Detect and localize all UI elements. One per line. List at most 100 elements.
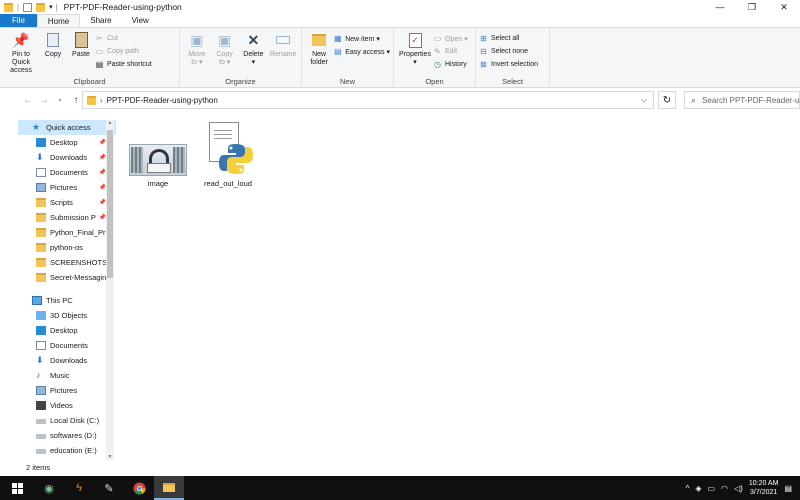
drive-icon (36, 434, 46, 439)
nav-item-music[interactable]: ♪ Music (18, 368, 116, 383)
nav-item-python-final[interactable]: Python_Final_Pr (18, 225, 116, 240)
folder-icon (4, 2, 13, 12)
nav-item-desktop[interactable]: Desktop 📌 (18, 135, 116, 150)
nav-item-pc-desktop[interactable]: Desktop (18, 323, 116, 338)
invert-selection-button[interactable]: ⊠ Invert selection (479, 59, 538, 70)
image-thumbnail-icon (129, 144, 187, 176)
history-icon: ◷ (434, 60, 441, 69)
folder-icon (36, 273, 46, 282)
separator: | (17, 2, 20, 12)
pin-icon: 📌 (12, 32, 30, 48)
tab-file[interactable]: File (0, 14, 37, 27)
maximize-button[interactable]: ❐ (736, 0, 768, 14)
scroll-down-icon[interactable]: ▼ (106, 454, 114, 460)
address-bar[interactable]: › PPT-PDF-Reader-using-python ⌵ (82, 91, 654, 109)
editor-icon: ✎ (104, 482, 114, 495)
copy-path-button[interactable]: ▭ Copy path (95, 46, 152, 57)
tray-chevron-up-icon[interactable]: ^ (686, 484, 690, 493)
close-button[interactable]: ✕ (768, 0, 800, 14)
nav-item-scripts[interactable]: Scripts 📌 (18, 195, 116, 210)
item-count: 2 items (26, 463, 51, 472)
taskbar-app-eclipse[interactable]: ϟ (64, 476, 94, 500)
invert-selection-icon: ⊠ (480, 60, 487, 69)
nav-item-local-disk-c[interactable]: Local Disk (C:) (18, 413, 116, 428)
navigation-pane: ★ Quick access Desktop 📌 ⬇ Downloads 📌 Docu… (18, 120, 116, 460)
volume-icon[interactable]: ◁) (734, 484, 743, 493)
file-name: image (147, 179, 169, 188)
status-bar: 2 items (0, 462, 800, 474)
organize-group-label: Organize (225, 77, 256, 86)
nav-item-education-e[interactable]: education (E:) (18, 443, 116, 458)
window-title: PPT-PDF-Reader-using-python (63, 2, 182, 12)
open-icon: ▭ (433, 34, 442, 43)
search-input[interactable]: ⌕ Search PPT-PDF-Reader-using-python (684, 91, 800, 109)
new-folder-qa-icon[interactable] (36, 2, 46, 12)
nav-item-documents[interactable]: Documents 📌 (18, 165, 116, 180)
start-button[interactable] (0, 476, 34, 500)
select-none-button[interactable]: ⊟ Select none (479, 46, 538, 57)
notifications-icon[interactable]: ▤ (784, 484, 792, 493)
chevron-down-icon[interactable]: ⌵ (641, 95, 647, 105)
file-item-read-out-loud[interactable]: read_out_loud (198, 122, 258, 188)
tab-share[interactable]: Share (80, 14, 121, 27)
nav-item-pc-downloads[interactable]: ⬇ Downloads (18, 353, 116, 368)
scrollbar-thumb[interactable] (107, 130, 113, 278)
3d-objects-icon (36, 311, 46, 320)
open-button[interactable]: ▭ Open ▾ (433, 33, 468, 44)
battery-icon[interactable]: ▭ (707, 484, 715, 493)
wifi-icon[interactable]: ◠ (721, 484, 728, 493)
tab-home[interactable]: Home (36, 14, 81, 27)
clipboard-group: 📌 Pin to Quick access Copy Paste ✂ Cut ▭ C… (0, 28, 180, 88)
network-icon[interactable]: ◈ (695, 484, 701, 493)
address-path[interactable]: PPT-PDF-Reader-using-python (107, 96, 218, 105)
nav-this-pc[interactable]: This PC (18, 293, 116, 308)
refresh-button[interactable]: ↻ (658, 91, 676, 109)
nav-item-downloads[interactable]: ⬇ Downloads 📌 (18, 150, 116, 165)
select-all-button[interactable]: ⊞ Select all (479, 33, 538, 44)
taskbar-app-editor[interactable]: ✎ (94, 476, 124, 500)
clock[interactable]: 10:20 AM 3/7/2021 (749, 479, 779, 497)
scissors-icon: ✂ (96, 34, 103, 43)
minimize-button[interactable]: — (704, 0, 736, 14)
cut-button[interactable]: ✂ Cut (95, 33, 152, 44)
select-group: ⊞ Select all ⊟ Select none ⊠ Invert selecti… (476, 28, 550, 88)
folder-icon (36, 213, 46, 222)
nav-item-pc-documents[interactable]: Documents (18, 338, 116, 353)
nav-quick-access[interactable]: ★ Quick access (18, 120, 116, 135)
paste-shortcut-button[interactable]: ▤ Paste shortcut (95, 59, 152, 70)
easy-access-button[interactable]: ▤ Easy access ▾ (333, 46, 390, 57)
nav-item-pictures[interactable]: Pictures 📌 (18, 180, 116, 195)
properties-qa-icon[interactable] (23, 2, 33, 12)
file-name: read_out_loud (204, 179, 252, 188)
nav-item-videos[interactable]: Videos (18, 398, 116, 413)
chevron-right-icon[interactable]: › (100, 96, 103, 105)
nav-item-submission[interactable]: Submission P 📌 (18, 210, 116, 225)
edit-button[interactable]: ✎ Edit (433, 46, 468, 57)
new-group-label: New (339, 77, 355, 86)
recent-locations-chevron-icon[interactable]: ▾ (52, 97, 68, 104)
customize-qa-chevron-icon[interactable]: ▾ (49, 3, 53, 11)
taskbar-app-anaconda[interactable]: ◉ (34, 476, 64, 500)
nav-scrollbar[interactable]: ▲ ▼ (106, 120, 114, 460)
desktop-icon (36, 138, 46, 147)
new-item-button[interactable]: ▦ New item ▾ (333, 33, 390, 44)
copy-to-icon: ▣ (218, 32, 232, 48)
tab-view[interactable]: View (122, 14, 159, 27)
nav-item-screenshots[interactable]: SCREENSHOTS (18, 255, 116, 270)
nav-item-pc-pictures[interactable]: Pictures (18, 383, 116, 398)
python-file-icon (205, 122, 253, 176)
history-button[interactable]: ◷ History (433, 59, 468, 70)
forward-arrow-icon[interactable]: → (36, 95, 52, 106)
file-item-image[interactable]: image (128, 144, 188, 188)
nav-item-3d-objects[interactable]: 3D Objects (18, 308, 116, 323)
nav-item-python-os[interactable]: python-os (18, 240, 116, 255)
nav-item-secret-messaging[interactable]: Secret-Messagin (18, 270, 116, 285)
scroll-up-icon[interactable]: ▲ (106, 120, 114, 126)
clipboard-icon (72, 31, 90, 49)
taskbar-app-file-explorer[interactable] (154, 476, 184, 500)
nav-item-softwares-d[interactable]: softwares (D:) (18, 428, 116, 443)
taskbar-app-chrome[interactable] (124, 476, 154, 500)
back-arrow-icon[interactable]: ← (20, 95, 36, 106)
desktop-icon (36, 326, 46, 335)
clipboard-group-label: Clipboard (73, 77, 106, 86)
